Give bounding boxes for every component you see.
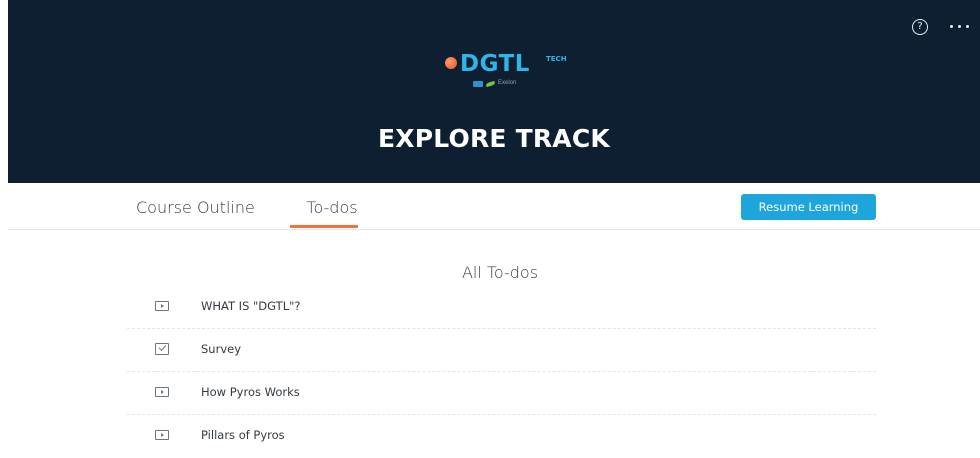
- tab-bar: Course Outline To-dos Resume Learning: [8, 183, 980, 230]
- tab-todos[interactable]: To-dos: [298, 198, 366, 217]
- tab-course-outline[interactable]: Course Outline: [136, 198, 255, 217]
- help-icon[interactable]: ?: [912, 19, 928, 35]
- todo-item-label: Pillars of Pyros: [201, 428, 285, 442]
- course-title: EXPLORE TRACK: [378, 124, 610, 153]
- logo-leaf-icon: [485, 80, 496, 88]
- todo-item[interactable]: Pillars of Pyros: [127, 415, 876, 458]
- survey-icon: [155, 343, 169, 355]
- logo-box-icon: [473, 81, 483, 87]
- todo-item-label: WHAT IS "DGTL"?: [201, 299, 301, 313]
- course-header: ? DGTL TECH Exelon EXPLORE TRACK: [8, 0, 980, 183]
- dgtl-tech-logo: DGTL TECH Exelon: [445, 51, 575, 94]
- logo-word: DGTL: [460, 51, 530, 77]
- video-icon: [155, 301, 169, 311]
- logo-superscript: TECH: [546, 55, 567, 63]
- todo-list: WHAT IS "DGTL"? Survey How Pyros Works P…: [127, 286, 876, 458]
- todos-heading: All To-dos: [461, 263, 539, 282]
- header-actions: ?: [910, 18, 980, 38]
- todo-item-label: Survey: [201, 342, 242, 356]
- todo-item[interactable]: Survey: [127, 329, 876, 372]
- video-icon: [155, 387, 169, 397]
- logo-dot-icon: [445, 57, 457, 69]
- logo-sub-brand: Exelon: [473, 80, 533, 89]
- more-options-icon[interactable]: [948, 20, 972, 32]
- todo-item[interactable]: WHAT IS "DGTL"?: [127, 286, 876, 329]
- logo-sub-text: Exelon: [498, 80, 517, 86]
- active-tab-indicator: [290, 225, 358, 228]
- todo-item-label: How Pyros Works: [201, 385, 300, 399]
- video-icon: [155, 430, 169, 440]
- resume-learning-button[interactable]: Resume Learning: [741, 194, 876, 220]
- todo-item[interactable]: How Pyros Works: [127, 372, 876, 415]
